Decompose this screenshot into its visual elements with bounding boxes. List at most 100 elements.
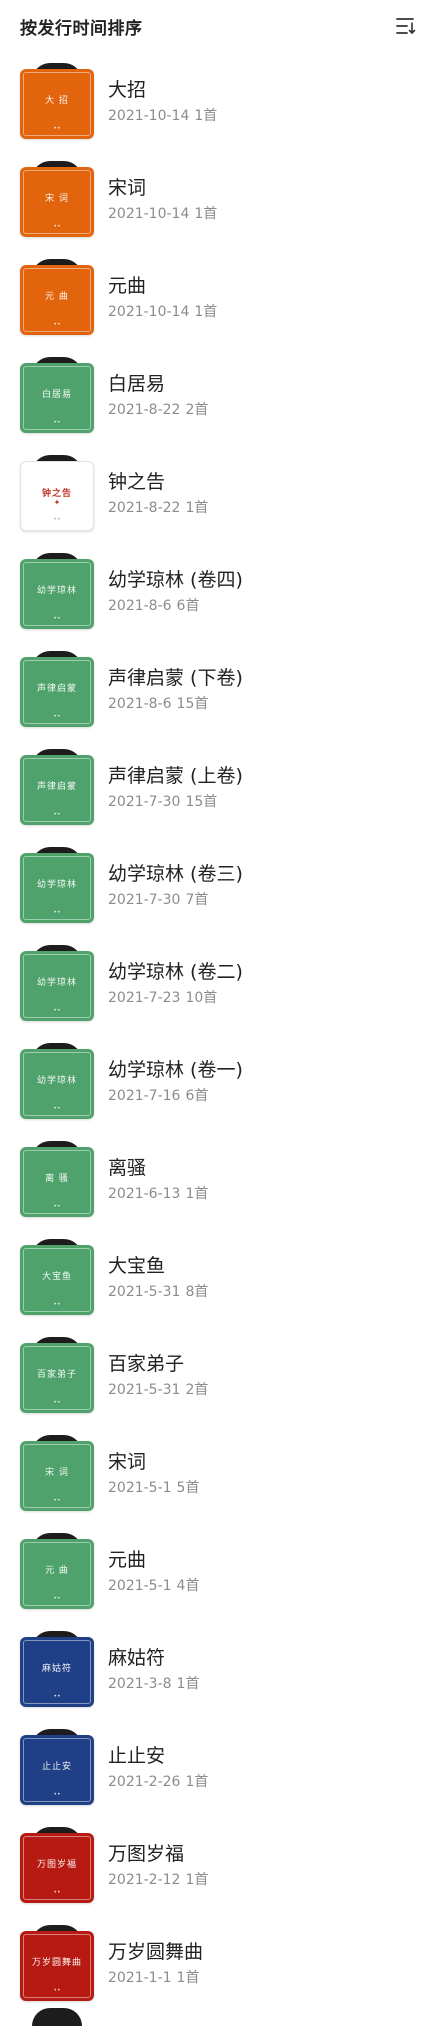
- album-title: 幼学琼林 (卷二): [108, 961, 243, 983]
- album-cover[interactable]: 声律启蒙 ••: [20, 651, 94, 727]
- cover-title: 离 骚: [45, 1174, 69, 1184]
- album-cover[interactable]: 宋 词 ••: [20, 161, 94, 237]
- album-row[interactable]: 宋 词 •• 宋词 2021-10-14 1首: [0, 150, 440, 248]
- header-bar: 按发行时间排序: [0, 0, 440, 52]
- album-info: 离骚 2021-6-13 1首: [108, 1155, 208, 1203]
- album-cover[interactable]: 元 曲 ••: [20, 259, 94, 335]
- album-cover[interactable]: 元 曲 ••: [20, 1533, 94, 1609]
- album-cover[interactable]: 止止安 ••: [20, 1729, 94, 1805]
- album-cover[interactable]: 声律启蒙 ••: [20, 749, 94, 825]
- cover-dots-icon: ••: [53, 1301, 61, 1308]
- cover-title: 止止安: [41, 1762, 72, 1772]
- cover-art: 幼学琼林 ••: [20, 559, 94, 629]
- album-meta: 2021-8-6 15首: [108, 695, 243, 713]
- album-row[interactable]: 白居易 •• 白居易 2021-8-22 2首: [0, 346, 440, 444]
- album-row[interactable]: 幼学琼林 •• 幼学琼林 (卷三) 2021-7-30 7首: [0, 836, 440, 934]
- album-meta: 2021-6-13 1首: [108, 1185, 208, 1203]
- album-title: 白居易: [108, 373, 166, 395]
- cover-dots-icon: ••: [53, 1399, 61, 1406]
- cover-art: 宋 词 ••: [20, 1441, 94, 1511]
- album-track-count: 4首: [176, 1578, 200, 1594]
- album-row[interactable]: 麻姑符 •• 麻姑符 2021-3-8 1首: [0, 1620, 440, 1718]
- album-meta: 2021-3-8 1首: [108, 1675, 199, 1693]
- album-info: 声律启蒙 (上卷) 2021-7-30 15首: [108, 763, 243, 811]
- album-cover[interactable]: 幼学琼林 ••: [20, 1043, 94, 1119]
- album-cover[interactable]: 白居易 ••: [20, 357, 94, 433]
- album-title: 幼学琼林 (卷一): [108, 1059, 243, 1081]
- cover-title: 元 曲: [45, 292, 69, 302]
- album-cover[interactable]: 大 招 ••: [20, 63, 94, 139]
- album-title: 宋词: [108, 177, 147, 199]
- album-row[interactable]: 万岁圆舞曲 •• 万岁圆舞曲 2021-1-1 1首: [0, 1914, 440, 2012]
- cover-dots-icon: ••: [53, 1791, 61, 1798]
- album-row[interactable]: 宋 词 •• 宋词 2021-5-1 5首: [0, 1424, 440, 1522]
- album-track-count: 10首: [185, 990, 218, 1006]
- cover-dots-icon: ••: [53, 1693, 61, 1700]
- album-row[interactable]: 百家弟子 •• 百家弟子 2021-5-31 2首: [0, 1326, 440, 1424]
- album-title: 元曲: [108, 275, 147, 297]
- album-row[interactable]: 大 招 •• 大招 2021-10-14 1首: [0, 52, 440, 150]
- album-row[interactable]: 声律启蒙 •• 声律启蒙 (下卷) 2021-8-6 15首: [0, 640, 440, 738]
- album-row[interactable]: 钟之告 ✦ •• 钟之告 2021-8-22 1首: [0, 444, 440, 542]
- album-date: 2021-5-31: [108, 1382, 181, 1398]
- album-row[interactable]: 声律启蒙 •• 声律启蒙 (上卷) 2021-7-30 15首: [0, 738, 440, 836]
- album-cover[interactable]: 幼学琼林 ••: [20, 945, 94, 1021]
- cover-art: 麻姑符 ••: [20, 1637, 94, 1707]
- cover-art: 幼学琼林 ••: [20, 1049, 94, 1119]
- cover-dots-icon: ••: [53, 1007, 61, 1014]
- album-row[interactable]: 止止安 •• 止止安 2021-2-26 1首: [0, 1718, 440, 1816]
- album-cover[interactable]: 麻姑符 ••: [20, 1631, 94, 1707]
- album-row[interactable]: 离 骚 •• 离骚 2021-6-13 1首: [0, 1130, 440, 1228]
- cover-star-icon: ✦: [53, 498, 61, 507]
- cover-dots-icon: ••: [53, 811, 61, 818]
- album-cover[interactable]: 万岁圆舞曲 ••: [20, 1925, 94, 2001]
- album-track-count: 1首: [185, 500, 209, 516]
- album-cover[interactable]: 宋 词 ••: [20, 1435, 94, 1511]
- album-track-count: 6首: [185, 1088, 209, 1104]
- album-meta: 2021-7-23 10首: [108, 989, 243, 1007]
- album-track-count: 1首: [185, 1186, 209, 1202]
- album-row[interactable]: 元 曲 •• 元曲 2021-10-14 1首: [0, 248, 440, 346]
- cover-title: 幼学琼林: [36, 880, 77, 890]
- sort-title: 按发行时间排序: [20, 18, 143, 39]
- album-date: 2021-2-26: [108, 1774, 181, 1790]
- album-row[interactable]: 幼学琼林 •• 幼学琼林 (卷一) 2021-7-16 6首: [0, 1032, 440, 1130]
- album-meta: 2021-7-16 6首: [108, 1087, 243, 1105]
- album-date: 2021-10-14: [108, 304, 190, 320]
- cover-dots-icon: ••: [53, 321, 61, 328]
- cover-art: 离 骚 ••: [20, 1147, 94, 1217]
- album-meta: 2021-5-1 5首: [108, 1479, 199, 1497]
- album-date: 2021-7-16: [108, 1088, 181, 1104]
- album-row[interactable]: 幼学琼林 •• 幼学琼林 (卷二) 2021-7-23 10首: [0, 934, 440, 1032]
- album-track-count: 1首: [176, 1676, 200, 1692]
- album-cover[interactable]: 离 骚 ••: [20, 1141, 94, 1217]
- album-info: 百家弟子 2021-5-31 2首: [108, 1351, 208, 1399]
- album-cover[interactable]: 幼学琼林 ••: [20, 847, 94, 923]
- cover-dots-icon: ••: [53, 615, 61, 622]
- album-info: 麻姑符 2021-3-8 1首: [108, 1645, 199, 1693]
- cover-title: 声律启蒙: [36, 782, 77, 792]
- album-row[interactable]: 幼学琼林 •• 幼学琼林 (卷四) 2021-8-6 6首: [0, 542, 440, 640]
- album-meta: 2021-2-26 1首: [108, 1773, 208, 1791]
- cover-dots-icon: ••: [53, 909, 61, 916]
- album-row[interactable]: 元 曲 •• 元曲 2021-5-1 4首: [0, 1522, 440, 1620]
- album-row[interactable]: 大宝鱼 •• 大宝鱼 2021-5-31 8首: [0, 1228, 440, 1326]
- album-cover[interactable]: 万图岁福 ••: [20, 1827, 94, 1903]
- sort-button[interactable]: [392, 12, 420, 40]
- album-row[interactable]: 万图岁福 •• 万图岁福 2021-2-12 1首: [0, 1816, 440, 1914]
- album-date: 2021-8-22: [108, 402, 181, 418]
- album-title: 声律启蒙 (下卷): [108, 667, 243, 689]
- album-cover[interactable]: 幼学琼林 ••: [20, 553, 94, 629]
- album-cover[interactable]: 大宝鱼 ••: [20, 1239, 94, 1315]
- cover-art: 元 曲 ••: [20, 265, 94, 335]
- album-cover[interactable]: 钟之告 ✦ ••: [20, 455, 94, 531]
- album-date: 2021-7-30: [108, 892, 181, 908]
- cover-dots-icon: ••: [53, 419, 61, 426]
- cover-title: 白居易: [41, 390, 72, 400]
- cover-dots-icon: ••: [53, 1595, 61, 1602]
- album-meta: 2021-2-12 1首: [108, 1871, 208, 1889]
- album-info: 万图岁福 2021-2-12 1首: [108, 1841, 208, 1889]
- album-track-count: 1首: [185, 1774, 209, 1790]
- album-cover[interactable]: 百家弟子 ••: [20, 1337, 94, 1413]
- album-date: 2021-1-1: [108, 1970, 172, 1986]
